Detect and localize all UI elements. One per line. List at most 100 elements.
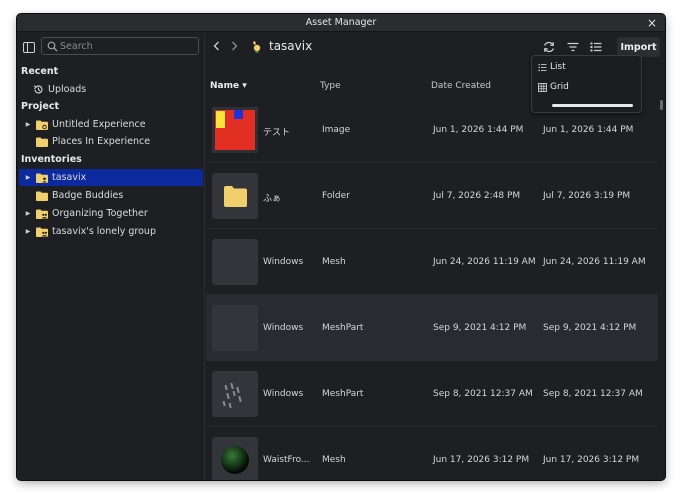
search-input[interactable]: [60, 39, 196, 53]
folder-thumbnail: [212, 173, 258, 219]
asset-type: Mesh: [322, 257, 346, 267]
sphere-mesh-preview: [221, 446, 249, 474]
close-icon[interactable]: ×: [645, 16, 659, 30]
asset-name: テスト: [263, 128, 291, 138]
folder-icon: [36, 191, 48, 201]
table-row[interactable]: WaistFro... Mesh Jun 17, 2026 3:12 PM Ju…: [206, 427, 658, 480]
column-header-date-created[interactable]: Date Created: [431, 81, 491, 91]
sidebar-item-badge-buddies[interactable]: ▶ Badge Buddies: [17, 187, 203, 204]
column-header-type[interactable]: Type: [320, 81, 341, 91]
table-row[interactable]: Windows MeshPart Sep 8, 2021 12:37 AM Se…: [206, 361, 658, 427]
asset-type: MeshPart: [322, 389, 364, 399]
folder-group-icon: [36, 227, 48, 237]
asset-type: Mesh: [322, 455, 346, 465]
image-thumbnail: [212, 107, 258, 153]
folder-user-icon: [36, 173, 48, 183]
asset-date-modified: Sep 9, 2021 4:12 PM: [543, 323, 637, 333]
folder-group-icon: [36, 209, 48, 219]
sidebar-item-places-in-experience[interactable]: ▶ Places In Experience: [17, 133, 203, 150]
sidebar-item-label: Untitled Experience: [52, 119, 146, 130]
asset-type: MeshPart: [322, 323, 364, 333]
asset-date-created: Jul 7, 2026 2:48 PM: [433, 191, 521, 201]
section-inventories: Inventories: [21, 154, 82, 165]
expand-caret-icon[interactable]: ▶: [23, 228, 33, 235]
mesh-thumbnail: [212, 239, 258, 285]
asset-name: Windows: [263, 257, 304, 267]
breadcrumb: tasavix: [269, 39, 313, 53]
menu-item-label: Grid: [550, 82, 569, 92]
menu-item-label: List: [550, 62, 566, 72]
asset-name: Windows: [263, 389, 304, 399]
windows-mesh-preview: [222, 382, 242, 409]
expand-caret-icon[interactable]: ▶: [23, 121, 33, 128]
column-header-name-label: Name: [210, 81, 240, 91]
asset-date-created: Jun 24, 2026 11:19 AM: [433, 257, 536, 267]
asset-date-modified: Sep 8, 2021 12:37 AM: [543, 389, 643, 399]
slider-fill: [552, 104, 633, 107]
sidebar-item-label: Places In Experience: [52, 136, 151, 147]
sidebar-item-label: tasavix's lonely group: [52, 226, 156, 237]
menu-item-grid[interactable]: Grid: [538, 79, 569, 95]
window-title: Asset Manager: [305, 17, 377, 28]
user-avatar-icon: [253, 41, 261, 53]
back-icon[interactable]: [211, 40, 223, 52]
asset-date-created: Jun 1, 2026 1:44 PM: [433, 125, 524, 135]
image-preview: [212, 107, 258, 153]
filter-icon[interactable]: [566, 40, 580, 54]
asset-date-modified: Jul 7, 2026 3:19 PM: [543, 191, 631, 201]
asset-date-created: Sep 8, 2021 12:37 AM: [433, 389, 533, 399]
sidebar: Recent Uploads Project ▶ Untitled Experi…: [17, 33, 205, 480]
asset-list: テスト Image Jun 1, 2026 1:44 PM Jun 1, 202…: [206, 97, 658, 480]
asset-type: Image: [322, 125, 351, 135]
section-project: Project: [21, 101, 60, 112]
column-header-name[interactable]: Name ▾: [210, 81, 247, 91]
asset-name: Windows: [263, 323, 304, 333]
sidebar-item-tasavix[interactable]: ▶ tasavix: [19, 169, 203, 186]
view-options-icon[interactable]: [589, 40, 603, 54]
sort-desc-icon: ▾: [242, 81, 247, 91]
panel-toggle-icon[interactable]: [23, 42, 35, 53]
forward-icon[interactable]: [228, 40, 240, 52]
meshpart-thumbnail: [212, 371, 258, 417]
section-recent: Recent: [21, 66, 59, 77]
title-bar: Asset Manager ×: [17, 14, 665, 32]
search-field[interactable]: [41, 37, 199, 55]
sidebar-item-organizing-together[interactable]: ▶ Organizing Together: [17, 205, 203, 222]
scrollbar-thumb[interactable]: [660, 100, 663, 110]
expand-caret-icon[interactable]: ▶: [23, 210, 33, 217]
view-options-menu: List Grid: [531, 55, 642, 113]
scrollbar[interactable]: [658, 97, 665, 480]
grid-icon: [538, 82, 547, 92]
asset-date-created: Sep 9, 2021 4:12 PM: [433, 323, 527, 333]
table-row[interactable]: Windows Mesh Jun 24, 2026 11:19 AM Jun 2…: [206, 229, 658, 295]
sidebar-item-untitled-experience[interactable]: ▶ Untitled Experience: [17, 116, 203, 133]
thumbnail-size-slider[interactable]: [552, 104, 633, 107]
expand-caret-icon[interactable]: ▶: [23, 174, 33, 181]
sidebar-item-label: Badge Buddies: [52, 190, 124, 201]
sidebar-item-uploads[interactable]: Uploads: [17, 81, 203, 98]
sidebar-top: [17, 33, 205, 63]
asset-name: WaistFro...: [263, 455, 310, 465]
meshpart-thumbnail: [212, 305, 258, 351]
asset-name: ふぁ: [263, 194, 282, 204]
asset-date-modified: Jun 17, 2026 3:12 PM: [543, 455, 640, 465]
sidebar-item-label: Uploads: [48, 84, 87, 95]
table-row[interactable]: Windows MeshPart Sep 9, 2021 4:12 PM Sep…: [206, 295, 658, 361]
folder-gear-icon: [36, 120, 48, 130]
list-icon: [538, 63, 547, 71]
sidebar-item-label: Organizing Together: [52, 208, 148, 219]
search-icon: [47, 41, 58, 52]
asset-date-modified: Jun 24, 2026 11:19 AM: [543, 257, 646, 267]
mesh-thumbnail: [212, 437, 258, 480]
asset-date-modified: Jun 1, 2026 1:44 PM: [543, 125, 634, 135]
table-row[interactable]: ふぁ Folder Jul 7, 2026 2:48 PM Jul 7, 202…: [206, 163, 658, 229]
clock-arrow-icon: [33, 85, 43, 94]
refresh-icon[interactable]: [542, 40, 556, 54]
folder-icon: [224, 186, 247, 207]
folder-icon: [36, 137, 48, 147]
menu-item-list[interactable]: List: [538, 59, 566, 75]
asset-type: Folder: [322, 191, 350, 201]
sidebar-item-label: tasavix: [52, 172, 87, 183]
import-button[interactable]: Import: [617, 37, 660, 57]
sidebar-item-lonely-group[interactable]: ▶ tasavix's lonely group: [17, 223, 203, 240]
